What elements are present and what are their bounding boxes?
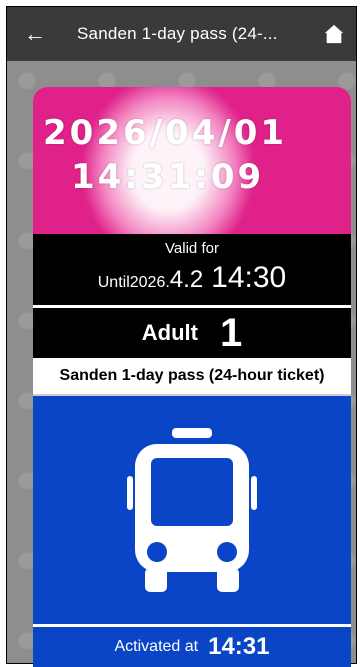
product-name: Sanden 1-day pass (24-hour ticket) xyxy=(33,358,351,396)
activated-time: 14:31 xyxy=(208,633,270,660)
app-bar: ← Sanden 1-day pass (24-... xyxy=(7,7,356,61)
animated-header: 2026/04/01 14:31:09 xyxy=(33,87,351,234)
valid-until-prefix: Until2026. xyxy=(97,274,170,291)
valid-until: Until2026.4.2 14:30 xyxy=(33,261,351,295)
passenger-count: 1 xyxy=(219,310,243,355)
validity-section: Valid for Until2026.4.2 14:30 xyxy=(33,234,351,308)
valid-until-date: 4.2 xyxy=(169,266,204,293)
issued-date: 2026/04/01 xyxy=(43,113,288,153)
home-icon xyxy=(324,24,344,44)
activated-section: Activated at 14:31 xyxy=(33,624,351,667)
ticket-card: 2026/04/01 14:31:09 Valid for Until2026.… xyxy=(33,87,351,667)
ticket-background: 2026/04/01 14:31:09 Valid for Until2026.… xyxy=(7,61,356,667)
activated-label: Activated at xyxy=(114,638,199,655)
valid-label: Valid for xyxy=(165,240,219,257)
passenger-type: Adult xyxy=(141,320,198,345)
arrow-left-icon: ← xyxy=(24,21,46,46)
home-button[interactable] xyxy=(312,7,356,61)
app-title: Sanden 1-day pass (24-... xyxy=(77,24,278,43)
passenger-section: Adult 1 xyxy=(33,308,351,358)
screen-frame: ← Sanden 1-day pass (24-... 2026/04/01 1… xyxy=(6,6,357,667)
bus-area xyxy=(33,396,351,632)
bus-icon xyxy=(127,428,257,592)
valid-until-time: 14:30 xyxy=(211,261,287,294)
back-button[interactable]: ← xyxy=(17,7,53,61)
issued-time: 14:31:09 xyxy=(71,157,265,197)
